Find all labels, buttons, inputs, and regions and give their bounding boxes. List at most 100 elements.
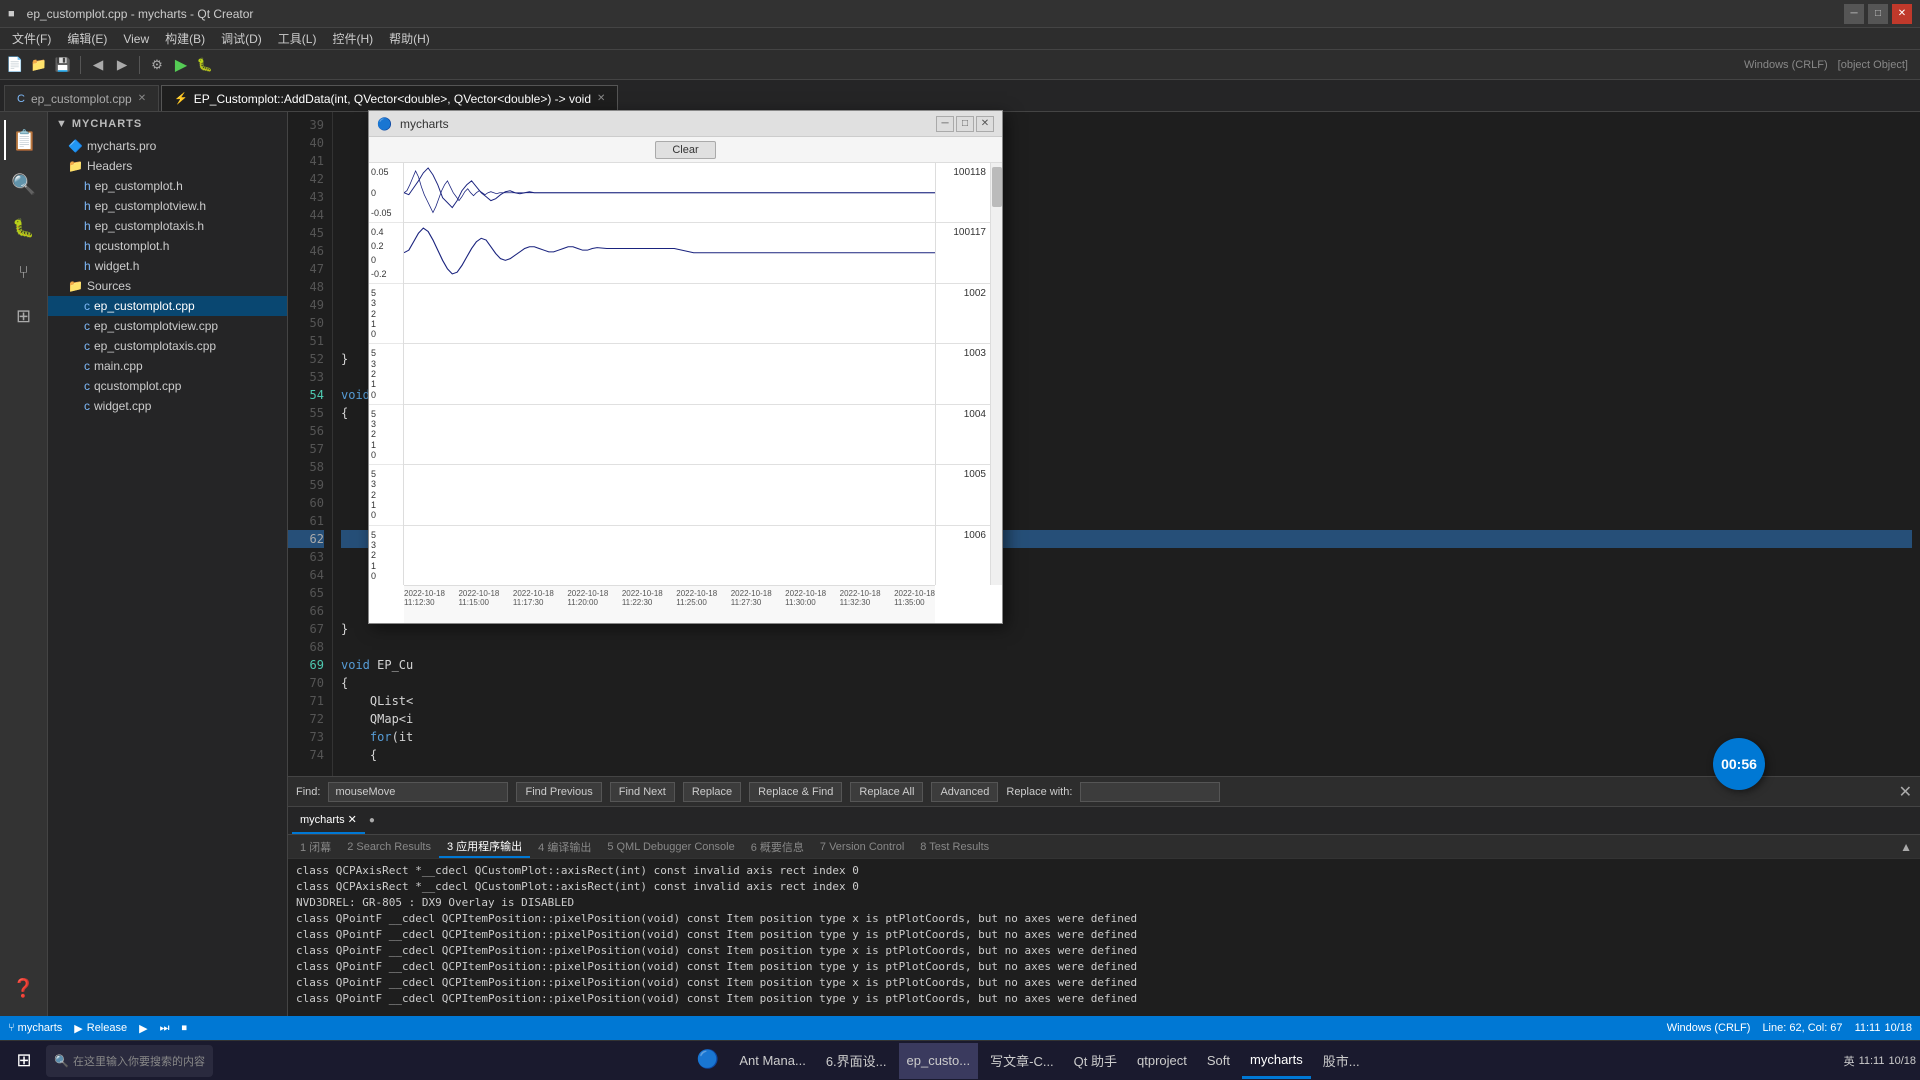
activity-search[interactable]: 🔍 (4, 164, 44, 204)
activity-extensions[interactable]: ⊞ (4, 296, 44, 336)
output-tab-mycharts[interactable]: mycharts ✕ (292, 807, 365, 834)
chart-y-labels: 0.050-0.05 0.40.20-0.2 53210 53210 53210 (369, 163, 404, 585)
toolbar-build[interactable]: ⚙ (146, 54, 168, 76)
output-panel: mycharts ✕ ● 1 闭幕 2 Search Results 3 应用程… (288, 806, 1920, 1016)
sidebar-item-qcustomplot-h[interactable]: h qcustomplot.h (48, 236, 287, 256)
taskbar-qt[interactable]: 🔵 (689, 1043, 727, 1079)
menu-file[interactable]: 文件(F) (4, 28, 59, 49)
replace-label: Replace with: (1006, 786, 1072, 798)
output-tab-8[interactable]: 8 Test Results (912, 835, 997, 858)
status-encoding: Windows (CRLF) (1667, 1022, 1751, 1034)
menu-bar: 文件(F) 编辑(E) View 构建(B) 调试(D) 工具(L) 控件(H)… (0, 28, 1920, 50)
toolbar-back[interactable]: ◀ (87, 54, 109, 76)
chart-maximize-btn[interactable]: □ (956, 116, 974, 132)
menu-view[interactable]: View (115, 30, 157, 48)
menu-help[interactable]: 帮助(H) (381, 28, 438, 49)
menu-edit[interactable]: 编辑(E) (59, 28, 115, 49)
output-tab-7[interactable]: 7 Version Control (812, 835, 912, 858)
menu-debug[interactable]: 调试(D) (213, 28, 270, 49)
activity-git[interactable]: ⑂ (4, 252, 44, 292)
chart-scrollbar[interactable] (990, 163, 1002, 585)
taskbar-write[interactable]: 写文章-C... (982, 1043, 1062, 1079)
sidebar-item-main-cpp[interactable]: c main.cpp (48, 356, 287, 376)
status-time: 11:11 (1855, 1022, 1881, 1034)
sidebar-item-ep-customplotview-h[interactable]: h ep_customplotview.h (48, 196, 287, 216)
toolbar-open[interactable]: 📁 (28, 54, 50, 76)
menu-build[interactable]: 构建(B) (157, 28, 213, 49)
chart-close-btn[interactable]: ✕ (976, 116, 994, 132)
taskbar-stocks[interactable]: 股市... (1315, 1043, 1368, 1079)
minimize-btn[interactable]: ─ (1844, 4, 1864, 24)
toolbar-forward[interactable]: ▶ (111, 54, 133, 76)
sidebar-item-widget-cpp[interactable]: c widget.cpp (48, 396, 287, 416)
advanced-btn[interactable]: Advanced (931, 782, 998, 802)
sidebar-item-qcustomplot-cpp[interactable]: c qcustomplot.cpp (48, 376, 287, 396)
taskbar-qthelp[interactable]: Qt 助手 (1066, 1043, 1125, 1079)
chart-plot-3 (404, 284, 935, 344)
menu-tools[interactable]: 工具(L) (270, 28, 325, 49)
chart-minimize-btn[interactable]: ─ (936, 116, 954, 132)
replace-find-btn[interactable]: Replace & Find (749, 782, 842, 802)
menu-controls[interactable]: 控件(H) (324, 28, 381, 49)
sidebar-item-ep-customplot-cpp[interactable]: c ep_customplot.cpp (48, 296, 287, 316)
status-cursor: Line: 62, Col: 67 (1762, 1022, 1842, 1034)
start-btn[interactable]: ⊞ (4, 1043, 44, 1079)
output-tab-2[interactable]: 2 Search Results (339, 835, 439, 858)
chart-plots-area[interactable] (404, 163, 935, 585)
taskbar-ant[interactable]: Ant Mana... (731, 1043, 813, 1079)
taskbar-ui[interactable]: 6.界面设... (818, 1043, 895, 1079)
sidebar-item-ep-customplotaxis-h[interactable]: h ep_customplotaxis.h (48, 216, 287, 236)
find-next-btn[interactable]: Find Next (610, 782, 675, 802)
find-prev-btn[interactable]: Find Previous (516, 782, 601, 802)
sidebar-item-ep-customplotview-cpp[interactable]: c ep_customplotview.cpp (48, 316, 287, 336)
chart-plot-4 (404, 344, 935, 404)
sidebar-item-mycharts-pro[interactable]: 🔷 mycharts.pro (48, 136, 287, 156)
search-btn[interactable]: 🔍 在这里输入你要搜索的内容 (46, 1045, 213, 1077)
find-close-btn[interactable]: ✕ (1899, 782, 1912, 802)
activity-help[interactable]: ❓ (4, 968, 44, 1008)
tab-adddata[interactable]: ⚡ EP_Customplot::AddData(int, QVector<do… (161, 85, 618, 111)
tab-close-2[interactable]: ✕ (597, 93, 605, 104)
sidebar-sources-folder[interactable]: 📁 Sources (48, 276, 287, 296)
find-input[interactable] (328, 782, 508, 802)
output-tab-1[interactable]: 1 闭幕 (292, 835, 339, 858)
tab-close-1[interactable]: ✕ (138, 93, 146, 104)
chart-body: 0.050-0.05 0.40.20-0.2 53210 53210 53210 (369, 163, 1002, 623)
toolbar-save[interactable]: 💾 (52, 54, 74, 76)
chart-channel-ids: 100118 100117 1002 1003 1004 1005 1006 (935, 163, 990, 585)
sidebar-item-ep-customplotaxis-cpp[interactable]: c ep_customplotaxis.cpp (48, 336, 287, 356)
chart-plot-6 (404, 465, 935, 525)
activity-explorer[interactable]: 📋 (4, 120, 44, 160)
status-build-icon: ▶ (74, 1022, 82, 1035)
chart-plot-2 (404, 223, 935, 283)
toolbar-run[interactable]: ▶ (170, 54, 192, 76)
timer-text: 00:56 (1721, 756, 1757, 772)
taskbar-mycharts[interactable]: mycharts (1242, 1043, 1311, 1079)
taskbar-soft[interactable]: Soft (1199, 1043, 1238, 1079)
maximize-btn[interactable]: □ (1868, 4, 1888, 24)
replace-btn[interactable]: Replace (683, 782, 741, 802)
sidebar-item-ep-customplot-h[interactable]: h ep_customplot.h (48, 176, 287, 196)
output-tab-3[interactable]: 3 应用程序输出 (439, 835, 530, 858)
replace-all-btn[interactable]: Replace All (850, 782, 923, 802)
sidebar-headers-folder[interactable]: 📁 Headers (48, 156, 287, 176)
chart-plot-7 (404, 526, 935, 585)
tab-bar: C ep_customplot.cpp ✕ ⚡ EP_Customplot::A… (0, 80, 1920, 112)
sidebar-item-widget-h[interactable]: h widget.h (48, 256, 287, 276)
clear-btn[interactable]: Clear (655, 141, 715, 159)
close-btn[interactable]: ✕ (1892, 4, 1912, 24)
replace-input[interactable] (1080, 782, 1220, 802)
taskbar-ep[interactable]: ep_custo... (899, 1043, 979, 1079)
output-tab-4[interactable]: 4 编译输出 (530, 835, 599, 858)
title-bar: ■ ep_customplot.cpp - mycharts - Qt Crea… (0, 0, 1920, 28)
output-content: class QCPAxisRect *__cdecl QCustomPlot::… (288, 859, 1920, 1016)
output-tab-5[interactable]: 5 QML Debugger Console (599, 835, 742, 858)
output-tab-up-btn[interactable]: ▲ (1896, 840, 1916, 854)
toolbar-new[interactable]: 📄 (4, 54, 26, 76)
tab-ep-customplot[interactable]: C ep_customplot.cpp ✕ (4, 85, 159, 111)
output-tab-6[interactable]: 6 概要信息 (743, 835, 812, 858)
taskbar-qtproject[interactable]: qtproject (1129, 1043, 1195, 1079)
sidebar-project-header[interactable]: ▼mycharts (48, 112, 287, 136)
activity-debug[interactable]: 🐛 (4, 208, 44, 248)
toolbar-debug[interactable]: 🐛 (194, 54, 216, 76)
